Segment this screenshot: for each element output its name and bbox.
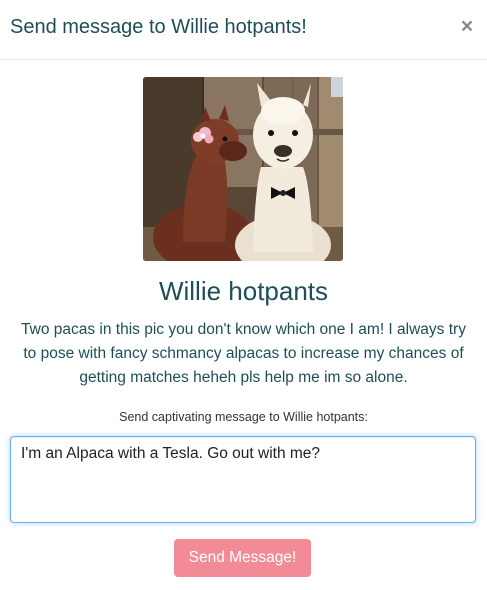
- modal-header: Send message to Willie hotpants! ×: [0, 0, 487, 60]
- send-message-button[interactable]: Send Message!: [174, 539, 311, 577]
- profile-bio: Two pacas in this pic you don't know whi…: [21, 321, 466, 386]
- close-button[interactable]: ×: [459, 15, 475, 38]
- modal-title: Send message to Willie hotpants!: [10, 16, 307, 38]
- profile-name: Willie hotpants: [158, 276, 329, 306]
- alpaca-photo-icon: [143, 77, 343, 261]
- close-icon: ×: [460, 15, 474, 38]
- send-message-modal: Send message to Willie hotpants! × Willi…: [0, 0, 487, 590]
- profile-photo: [143, 77, 343, 261]
- message-textarea[interactable]: I'm an Alpaca with a Tesla. Go out with …: [10, 436, 476, 523]
- message-label: Send captivating message to Willie hotpa…: [119, 410, 368, 424]
